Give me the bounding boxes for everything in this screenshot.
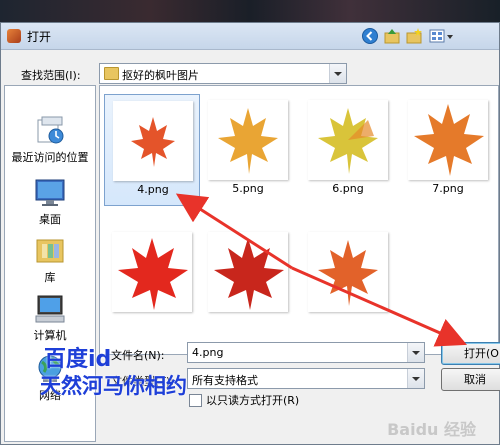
baidu-watermark: Baidu 经验 xyxy=(387,420,476,439)
watermark-line2: 天然河马你相约 xyxy=(40,374,187,398)
arrow-to-file xyxy=(175,193,293,270)
arrow-to-open xyxy=(291,266,467,347)
watermark-line1: 百度id xyxy=(44,347,112,372)
